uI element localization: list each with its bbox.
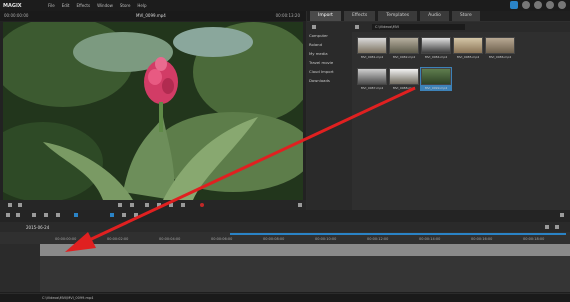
drag-arrow-overlay [65,86,416,252]
drag-arrow-head [65,232,96,252]
drag-arrow-line [84,86,416,244]
